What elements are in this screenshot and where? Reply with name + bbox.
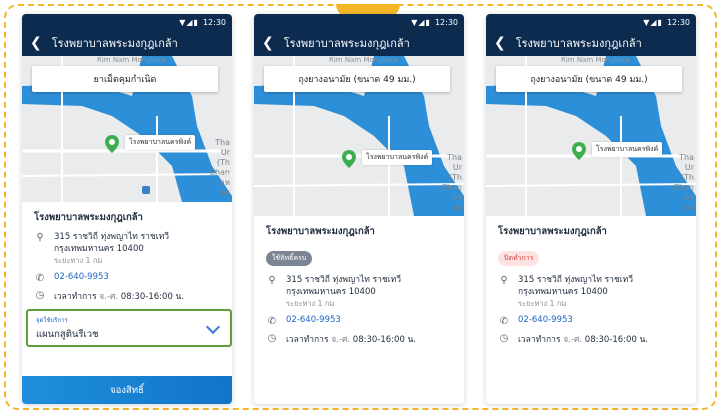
distance-text: ระยะทาง 1 กม — [286, 299, 335, 308]
map-view[interactable]: Rim Nam Mongkata ยาเม็ดคุมกำเนิด โรงพยาบ… — [22, 56, 232, 202]
hospital-name: โรงพยาบาลพระมงกุฎเกล้า — [498, 226, 607, 237]
phone-link[interactable]: 02-640-9953 — [54, 272, 109, 282]
location-pin-icon: ⚲ — [36, 231, 44, 243]
map-pin-icon[interactable] — [105, 135, 119, 153]
phone-row[interactable]: ✆ 02-640-9953 — [266, 315, 452, 327]
select-label: จุดใช้บริการ — [36, 317, 68, 324]
phone-icon: ✆ — [35, 272, 45, 284]
phone-link[interactable]: 02-640-9953 — [286, 315, 341, 325]
phone-screen-1: ▼◢▮ 12:30 ❮ โรงพยาบาลพระมงกุฎเกล้า Rim N… — [22, 14, 232, 404]
map-side-text: Tha Ur (Th Chan มห ธร — [209, 138, 230, 197]
signal-battery-icon: ▼◢▮ — [179, 17, 199, 27]
hours-text: เวลาทำการ จ.-ศ. 08:30-16:00 น. — [286, 335, 417, 345]
status-time: 12:30 — [666, 17, 690, 27]
status-time: 12:30 — [434, 17, 458, 27]
map-view[interactable]: Rim Nam Mongkata ถุงยางอนามัย (ขนาด 49 ม… — [486, 56, 696, 216]
poi-label: โรงพยาบาลนครพิงค์ — [362, 150, 433, 165]
status-bar: ▼◢▮ 12:30 — [254, 14, 464, 30]
status-time: 12:30 — [202, 17, 226, 27]
back-arrow-icon[interactable]: ❮ — [262, 36, 274, 50]
service-point-select[interactable]: จุดใช้บริการ แผนกสูตินรีเวช — [26, 309, 232, 347]
back-arrow-icon[interactable]: ❮ — [30, 36, 42, 50]
nav-bar: ❮ โรงพยาบาลพระมงกุฎเกล้า — [254, 30, 464, 56]
hospital-info: โรงพยาบาลพระมงกุฎเกล้า ใช้สิทธิ์ครบ ⚲ 31… — [254, 216, 464, 346]
address-line-1: 315 ราชวิถี ทุ่งพญาไท ราชเทวี — [518, 275, 633, 285]
signal-battery-icon: ▼◢▮ — [411, 17, 431, 27]
status-badge: ใช้สิทธิ์ครบ — [266, 251, 313, 266]
page-title: โรงพยาบาลพระมงกุฎเกล้า — [515, 37, 642, 50]
map-side-text: Tha Ur (Th Chan มห ธร — [673, 153, 694, 212]
status-bar: ▼◢▮ 12:30 — [22, 14, 232, 30]
back-arrow-icon[interactable]: ❮ — [494, 36, 506, 50]
poi-label: โรงพยาบาลนครพิงค์ — [125, 135, 196, 150]
hours-row: ◷ เวลาทำการ จ.-ศ. 08:30-16:00 น. — [266, 332, 452, 346]
hours-row: ◷ เวลาทำการ จ.-ศ. 08:30-16:00 น. — [498, 332, 684, 346]
map-street-label: Rim Nam Mongkata — [561, 56, 630, 64]
address-row: ⚲ 315 ราชวิถี ทุ่งพญาไท ราชเทวี กรุงเทพม… — [266, 274, 452, 310]
phone-screen-2: ▼◢▮ 12:30 ❮ โรงพยาบาลพระมงกุฎเกล้า Rim N… — [254, 14, 464, 404]
address-row: ⚲ 315 ราชวิถี ทุ่งพญาไท ราชเทวี กรุงเทพม… — [498, 274, 684, 310]
distance-text: ระยะทาง 1 กม — [54, 256, 103, 265]
address-line-1: 315 ราชวิถี ทุ่งพญาไท ราชเทวี — [286, 275, 401, 285]
phone-row[interactable]: ✆ 02-640-9953 — [498, 315, 684, 327]
hours-row: ◷ เวลาทำการ จ.-ศ. 08:30-16:00 น. — [34, 289, 220, 303]
nav-bar: ❮ โรงพยาบาลพระมงกุฎเกล้า — [486, 30, 696, 56]
phone-link[interactable]: 02-640-9953 — [518, 315, 573, 325]
clock-icon: ◷ — [35, 289, 45, 301]
address-line-2: กรุงเทพมหานคร 10400 — [286, 287, 376, 297]
map-street-label: Rim Nam Mongkata — [97, 56, 166, 64]
signal-battery-icon: ▼◢▮ — [643, 17, 663, 27]
clock-icon: ◷ — [499, 332, 509, 344]
phone-screen-3: ▼◢▮ 12:30 ❮ โรงพยาบาลพระมงกุฎเกล้า Rim N… — [486, 14, 696, 404]
hours-text: เวลาทำการ จ.-ศ. 08:30-16:00 น. — [54, 292, 185, 302]
map-view[interactable]: Rim Nam Mongkata ถุงยางอนามัย (ขนาด 49 ม… — [254, 56, 464, 216]
nav-bar: ❮ โรงพยาบาลพระมงกุฎเกล้า — [22, 30, 232, 56]
status-badge: ปิดทำการ — [498, 251, 540, 266]
phone-icon: ✆ — [499, 315, 509, 327]
phone-row[interactable]: ✆ 02-640-9953 — [34, 272, 220, 284]
select-value: แผนกสูตินรีเวช — [36, 329, 99, 340]
hours-text: เวลาทำการ จ.-ศ. 08:30-16:00 น. — [518, 335, 649, 345]
location-pin-icon: ⚲ — [500, 274, 508, 286]
clock-icon: ◷ — [267, 332, 277, 344]
item-callout: ถุงยางอนามัย (ขนาด 49 มม.) — [264, 66, 450, 92]
location-pin-icon: ⚲ — [268, 274, 276, 286]
poi-label: โรงพยาบาลนครพิงค์ — [592, 142, 663, 157]
phone-icon: ✆ — [267, 315, 277, 327]
distance-text: ระยะทาง 1 กม — [518, 299, 567, 308]
page-title: โรงพยาบาลพระมงกุฎเกล้า — [51, 37, 178, 50]
address-line-1: 315 ราชวิถี ทุ่งพญาไท ราชเทวี — [54, 232, 169, 242]
map-street-label: Rim Nam Mongkata — [329, 56, 398, 64]
page-title: โรงพยาบาลพระมงกุฎเกล้า — [283, 37, 410, 50]
item-callout: ยาเม็ดคุมกำเนิด — [32, 66, 218, 92]
bus-stop-icon — [142, 186, 150, 194]
hospital-info: โรงพยาบาลพระมงกุฎเกล้า ปิดทำการ ⚲ 315 รา… — [486, 216, 696, 346]
map-pin-icon[interactable] — [342, 150, 356, 168]
address-row: ⚲ 315 ราชวิถี ทุ่งพญาไท ราชเทวี กรุงเทพม… — [34, 231, 220, 267]
map-side-text: Tha Ur (Th Chan มห ธร — [441, 153, 462, 212]
address-line-2: กรุงเทพมหานคร 10400 — [518, 287, 608, 297]
item-callout: ถุงยางอนามัย (ขนาด 49 มม.) — [496, 66, 682, 92]
status-bar: ▼◢▮ 12:30 — [486, 14, 696, 30]
address-line-2: กรุงเทพมหานคร 10400 — [54, 244, 144, 254]
hospital-name: โรงพยาบาลพระมงกุฎเกล้า — [34, 212, 143, 223]
hospital-name: โรงพยาบาลพระมงกุฎเกล้า — [266, 226, 375, 237]
reserve-button[interactable]: จองสิทธิ์ — [22, 376, 232, 404]
map-pin-icon[interactable] — [572, 142, 586, 160]
hospital-info: โรงพยาบาลพระมงกุฎเกล้า ⚲ 315 ราชวิถี ทุ่… — [22, 202, 232, 347]
